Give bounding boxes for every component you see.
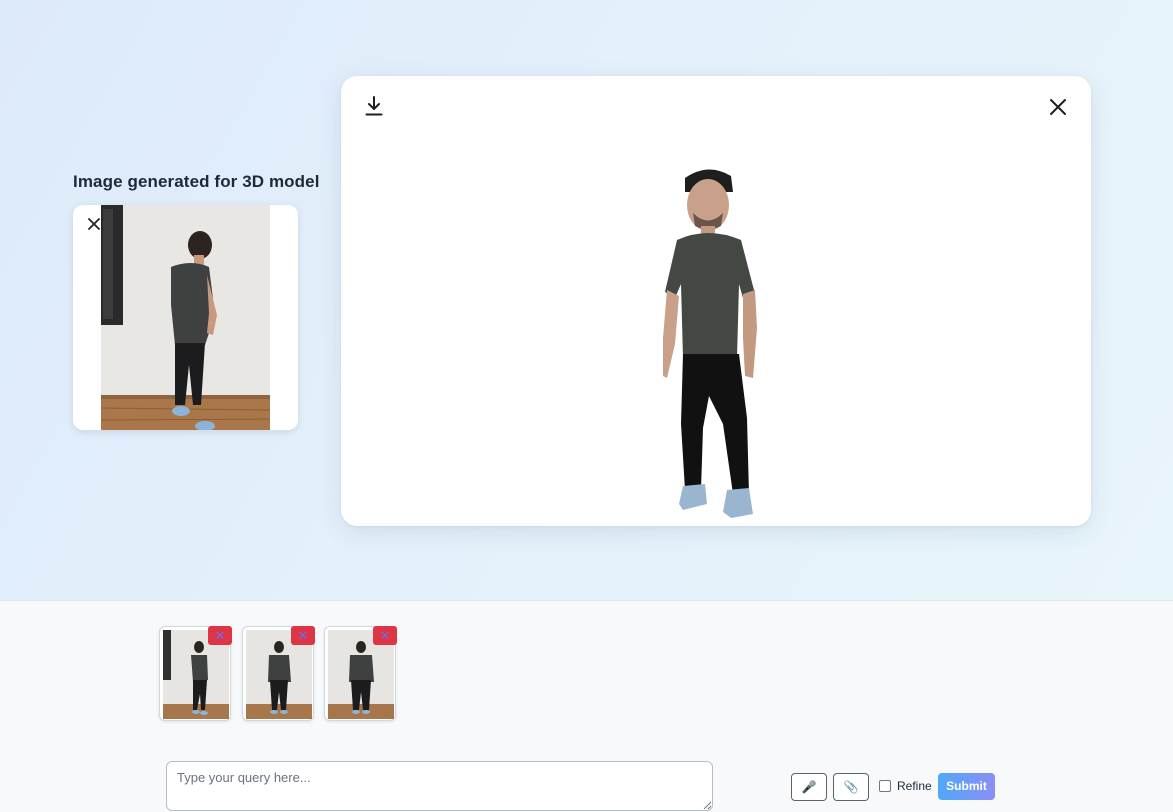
resize-handle-icon[interactable]: [703, 801, 712, 810]
generated-person-photo: [101, 205, 270, 430]
microphone-icon: 🎤: [801, 780, 817, 794]
attach-button[interactable]: 📎: [833, 773, 869, 801]
viewer-download-icon[interactable]: [363, 94, 385, 118]
3d-model-person[interactable]: [663, 168, 773, 526]
viewer-close-icon[interactable]: [1046, 95, 1070, 119]
thumbnail-front[interactable]: ✕: [242, 626, 315, 721]
refine-checkbox[interactable]: [879, 780, 891, 792]
thumbnail-back[interactable]: ✕: [324, 626, 397, 721]
generated-image-title: Image generated for 3D model: [73, 172, 320, 191]
generated-image-card: [73, 205, 298, 430]
query-input[interactable]: [166, 761, 713, 811]
thumbnail-side[interactable]: ✕: [159, 626, 232, 721]
submit-button[interactable]: Submit: [938, 773, 995, 800]
remove-thumbnail-button[interactable]: ✕: [291, 626, 315, 645]
remove-thumbnail-button[interactable]: ✕: [373, 626, 397, 645]
remove-thumbnail-button[interactable]: ✕: [208, 626, 232, 645]
refine-label: Refine: [897, 779, 932, 793]
model-viewer[interactable]: [341, 76, 1091, 526]
download-icon[interactable]: [295, 215, 298, 235]
paperclip-icon: 📎: [843, 780, 859, 794]
close-icon[interactable]: [85, 215, 103, 233]
refine-option[interactable]: Refine: [879, 779, 932, 793]
microphone-button[interactable]: 🎤: [791, 773, 827, 801]
